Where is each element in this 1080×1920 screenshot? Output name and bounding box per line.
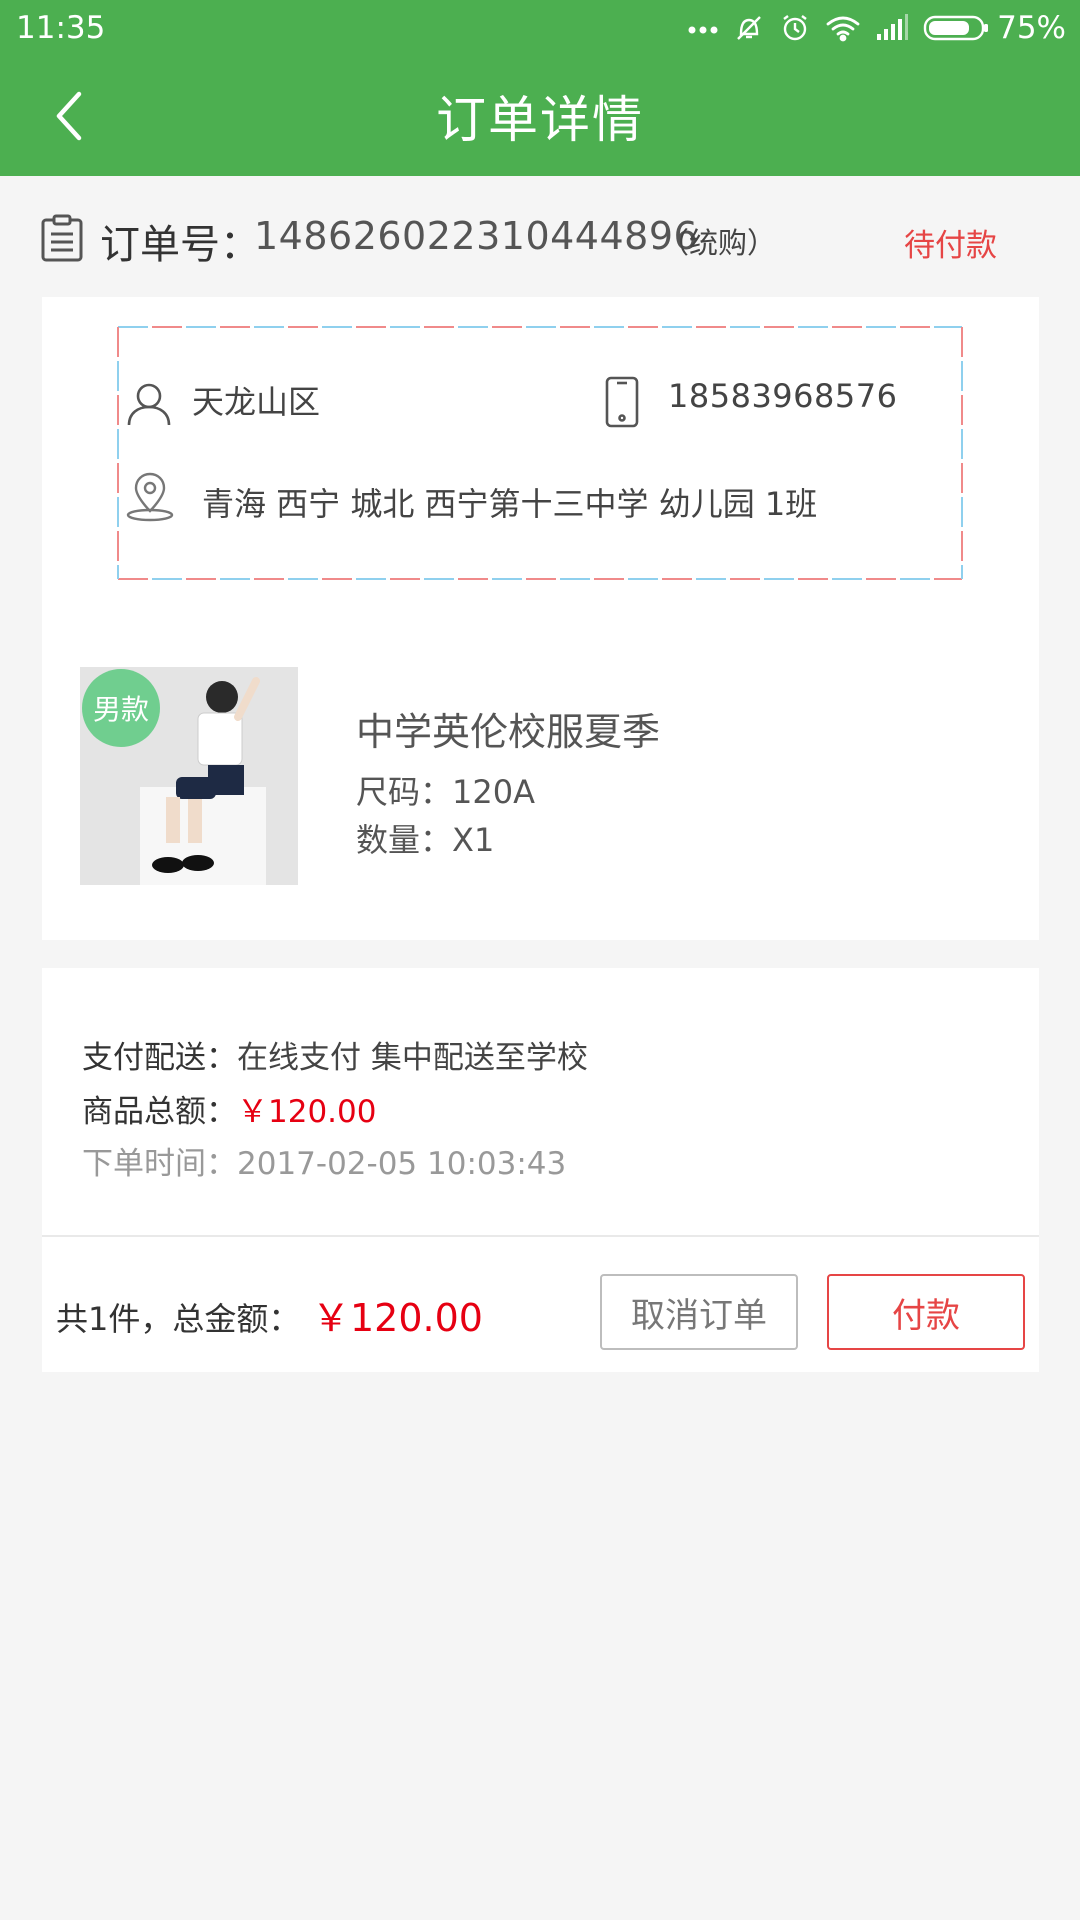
battery-percent: 75% — [997, 10, 1066, 46]
more-dots-icon — [688, 26, 718, 34]
location-pin-icon — [126, 472, 174, 522]
goods-total-row: 商品总额：￥120.00 — [82, 1086, 376, 1131]
order-time-label: 下单时间： — [82, 1146, 237, 1182]
recipient-name: 天龙山区 — [192, 383, 321, 421]
order-type: （统购） — [660, 226, 777, 260]
payment-summary-card: 支付配送：在线支付 集中配送至学校 商品总额：￥120.00 下单时间：2017… — [42, 968, 1039, 1372]
order-time-value: 2017-02-05 10:03:43 — [237, 1146, 567, 1182]
status-bar: 11:35 75% — [0, 0, 1080, 56]
payment-delivery-label: 支付配送： — [82, 1040, 237, 1076]
status-time: 11:35 — [16, 10, 106, 46]
order-number: 148626022310444896 — [254, 214, 699, 258]
product-image[interactable]: 男款 — [80, 667, 298, 885]
battery-icon — [923, 15, 989, 41]
cancel-order-button[interactable]: 取消订单 — [600, 1274, 798, 1350]
app-bar: 订单详情 — [0, 56, 1080, 176]
alarm-icon — [783, 15, 807, 41]
order-number-label: 订单号： — [100, 222, 260, 268]
payment-delivery-value: 在线支付 集中配送至学校 — [237, 1040, 588, 1076]
status-icons: 75% — [687, 10, 1066, 46]
order-number-row: 订单号： 148626022310444896 （统购） 待付款 — [0, 176, 1080, 296]
pay-button[interactable]: 付款 — [827, 1274, 1025, 1350]
size-value: 120A — [452, 773, 535, 811]
address-envelope: 天龙山区 18583968576 青海 西宁 城北 西宁第十三中学 幼儿园 1班 — [116, 325, 964, 581]
person-icon — [127, 383, 171, 426]
envelope-border — [117, 326, 963, 580]
gender-badge: 男款 — [82, 669, 160, 747]
battery-indicator: 75% — [923, 10, 1066, 46]
order-status: 待付款 — [904, 228, 997, 264]
page-title: 订单详情 — [436, 91, 644, 149]
goods-total-value: ￥120.00 — [237, 1094, 377, 1130]
size-label: 尺码： — [356, 773, 453, 811]
clipboard-icon — [41, 214, 83, 262]
goods-total-label: 商品总额： — [82, 1094, 237, 1130]
total-amount: ￥120.00 — [312, 1296, 483, 1340]
qty-label: 数量： — [356, 821, 453, 859]
product-name: 中学英伦校服夏季 — [356, 710, 661, 754]
order-detail-card: 天龙山区 18583968576 青海 西宁 城北 西宁第十三中学 幼儿园 1班… — [42, 297, 1039, 940]
product-quantity: 数量：X1 — [356, 815, 494, 861]
product-size: 尺码：120A — [356, 767, 535, 813]
recipient-phone: 18583968576 — [668, 377, 898, 415]
item-count-label: 共1件，总金额： — [56, 1300, 301, 1338]
recipient-address: 青海 西宁 城北 西宁第十三中学 幼儿园 1班 — [202, 485, 818, 523]
signal-icon — [877, 14, 909, 40]
order-time-row: 下单时间：2017-02-05 10:03:43 — [82, 1138, 566, 1183]
payment-delivery-row: 支付配送：在线支付 集中配送至学校 — [82, 1032, 588, 1077]
wifi-icon — [826, 16, 860, 42]
divider — [42, 1235, 1039, 1237]
qty-value: X1 — [452, 821, 495, 859]
vibrate-off-icon — [737, 16, 761, 40]
phone-icon — [605, 376, 639, 428]
